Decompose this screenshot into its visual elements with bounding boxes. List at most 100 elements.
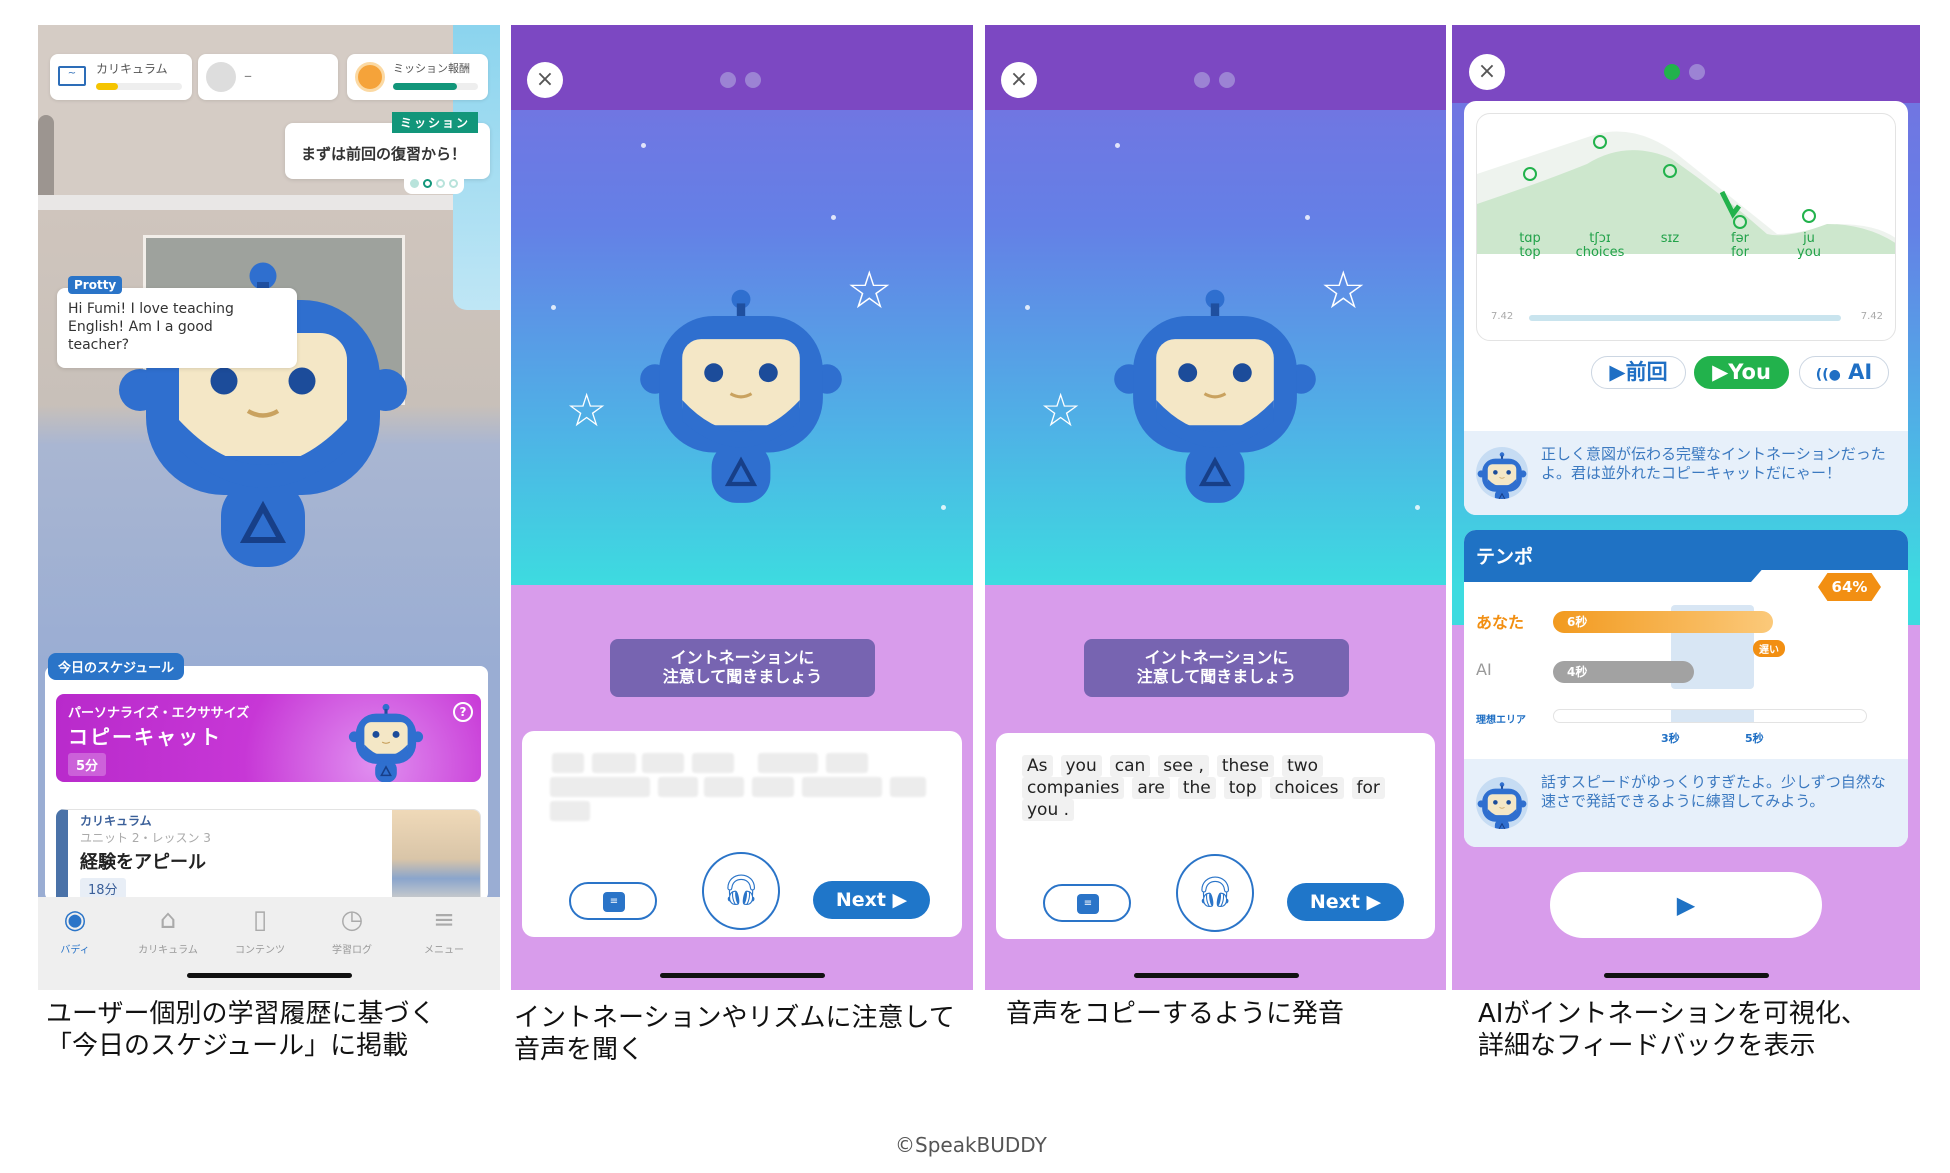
caption-1: ユーザー個別の学習履歴に基づく 「今日のスケジュール」に掲載 [46, 998, 435, 1062]
copyright: ©SpeakBUDDY [895, 1133, 1047, 1157]
sentence-card: As you can see , these two companies are the top c… [996, 733, 1435, 939]
tab-buddy[interactable]: ◉ バディ [38, 903, 115, 956]
play-you-button[interactable]: ▶You [1694, 356, 1789, 389]
feedback-text: 正しく意図が伝わる完璧なイントネーションだったよ。君は並外れたコピーキャットだに… [1541, 445, 1886, 482]
word-chip[interactable]: can [1109, 755, 1151, 777]
header-bar: × [1452, 25, 1920, 103]
button-label: 前回 [1625, 360, 1668, 384]
word: you [1797, 245, 1821, 260]
word-chip[interactable]: for [1351, 777, 1385, 799]
instruction-line: イントネーションに [1144, 648, 1289, 667]
lesson-category: カリキュラム [80, 814, 152, 828]
progress-dot [745, 72, 761, 88]
instruction-line: 注意して聞きましょう [662, 667, 823, 686]
listen-screen: × ☆ ☆ イントネーションに 注意して聞きましょう ≡ 🎧︎ Next ▶ [511, 25, 973, 990]
word-chip[interactable]: choices [1269, 777, 1344, 799]
star-icon: ☆ [566, 383, 608, 437]
sparkle [641, 143, 646, 148]
robot-character [636, 280, 846, 520]
hidden-word [552, 753, 584, 773]
pager-dot[interactable] [436, 179, 445, 188]
instruction-banner: イントネーションに 注意して聞きましょう [610, 639, 875, 697]
schedule-title: 今日のスケジュール [48, 653, 185, 680]
word-chip[interactable]: see , [1158, 755, 1209, 777]
tab-study-log[interactable]: ◷ 学習ログ [312, 903, 392, 956]
mission-reward-stat[interactable]: ミッション報酬 [347, 54, 488, 100]
close-button[interactable]: × [1469, 54, 1505, 90]
buddy-stat[interactable]: – [198, 54, 338, 100]
lesson-unit: ユニット 2・レッスン 3 [80, 831, 211, 845]
sparkle [1415, 505, 1420, 510]
copycat-exercise-card[interactable]: パーソナライズ・エクササイズ コピーキャット 5分 ? [56, 694, 481, 782]
show-text-button[interactable]: ≡ [569, 882, 657, 920]
word-chip[interactable]: As [1022, 755, 1053, 777]
word-chip[interactable]: companies [1022, 777, 1125, 799]
mission-pager[interactable] [404, 171, 464, 194]
word-chip[interactable]: these [1216, 755, 1275, 777]
next-button[interactable]: Next ▶ [1287, 883, 1404, 921]
audio-scrubber[interactable] [1529, 315, 1841, 321]
ipa: tɑp [1519, 231, 1541, 246]
star-icon: ☆ [1040, 383, 1082, 437]
slow-tag: 遅い [1753, 640, 1785, 657]
mission-reward-progress [393, 83, 478, 90]
lesson-thumbnail [392, 810, 480, 908]
tab-contents[interactable]: ▯ コンテンツ [220, 903, 300, 956]
word: choices [1575, 245, 1625, 260]
progress-dot [1219, 72, 1235, 88]
word-chip[interactable]: are [1132, 777, 1170, 799]
word: for [1731, 245, 1749, 260]
next-button[interactable]: Next ▶ [813, 881, 930, 919]
hidden-word [704, 777, 744, 797]
curriculum-lesson-card[interactable]: カリキュラム ユニット 2・レッスン 3 経験をアピール 18分 [56, 809, 481, 909]
close-button[interactable]: × [1001, 62, 1037, 98]
word-chip[interactable]: you . [1022, 799, 1075, 821]
show-text-button[interactable]: ≡ [1043, 884, 1131, 922]
pager-dot-active[interactable] [423, 179, 432, 188]
pager-dot[interactable] [410, 179, 419, 188]
play-button[interactable]: ▶ [1550, 872, 1822, 938]
pager-dot[interactable] [449, 179, 458, 188]
help-icon[interactable]: ? [453, 702, 473, 722]
tab-menu[interactable]: ≡ メニュー [404, 903, 484, 956]
buddy-stat-value: – [244, 66, 252, 85]
instruction-line: 注意して聞きましょう [1136, 667, 1297, 686]
word-chip[interactable]: top [1223, 777, 1262, 799]
tempo-title: テンポ [1476, 546, 1534, 568]
header-bar: × [511, 25, 973, 110]
home-indicator [187, 973, 352, 978]
curriculum-stat[interactable]: ~ カリキュラム [50, 54, 192, 100]
text-bubble-icon: ≡ [1077, 894, 1099, 914]
copycat-robot-icon [346, 702, 426, 782]
play-icon: ▶ [1676, 891, 1696, 919]
buddy-avatar [1476, 777, 1528, 829]
hidden-word [592, 753, 636, 773]
hidden-word [826, 753, 868, 773]
button-label: AI [1848, 360, 1873, 384]
home-indicator [1604, 973, 1769, 978]
play-previous-button[interactable]: ▶前回 [1591, 356, 1686, 389]
caption-4: AIがイントネーションを可視化、 詳細なフィードバックを表示 [1478, 998, 1867, 1062]
exercise-duration: 5分 [68, 753, 107, 776]
tab-curriculum[interactable]: ⌂ カリキュラム [128, 903, 208, 956]
caption-line: 音声をコピーするように発音 [1006, 999, 1345, 1029]
word-chip[interactable]: two [1282, 755, 1324, 777]
close-button[interactable]: × [527, 62, 563, 98]
syllable-label: fər for [1700, 232, 1780, 260]
word-chip[interactable]: the [1177, 777, 1216, 799]
word-chip[interactable]: you [1060, 755, 1102, 777]
stopwatch-icon: ◷ [340, 905, 364, 935]
listen-button[interactable]: 🎧︎ [1176, 854, 1254, 932]
you-tempo-bar: 6秒 [1553, 611, 1773, 633]
tab-label: バディ [60, 945, 90, 956]
sparkle [1305, 215, 1310, 220]
ipa: fər [1731, 231, 1749, 246]
mission-bubble[interactable]: ミッション まずは前回の復習から！ [285, 112, 490, 194]
hidden-word [890, 777, 926, 797]
syllable-label: tɑp top [1490, 232, 1570, 260]
play-ai-button[interactable]: ((● AI [1799, 356, 1889, 389]
speaker-name: Protty [68, 276, 123, 294]
speak-screen: × ☆ ☆ イントネーションに 注意して聞きましょう As you can see ,t… [985, 25, 1446, 990]
listen-button[interactable]: 🎧︎ [702, 852, 780, 930]
tab-label: コンテンツ [235, 945, 285, 956]
